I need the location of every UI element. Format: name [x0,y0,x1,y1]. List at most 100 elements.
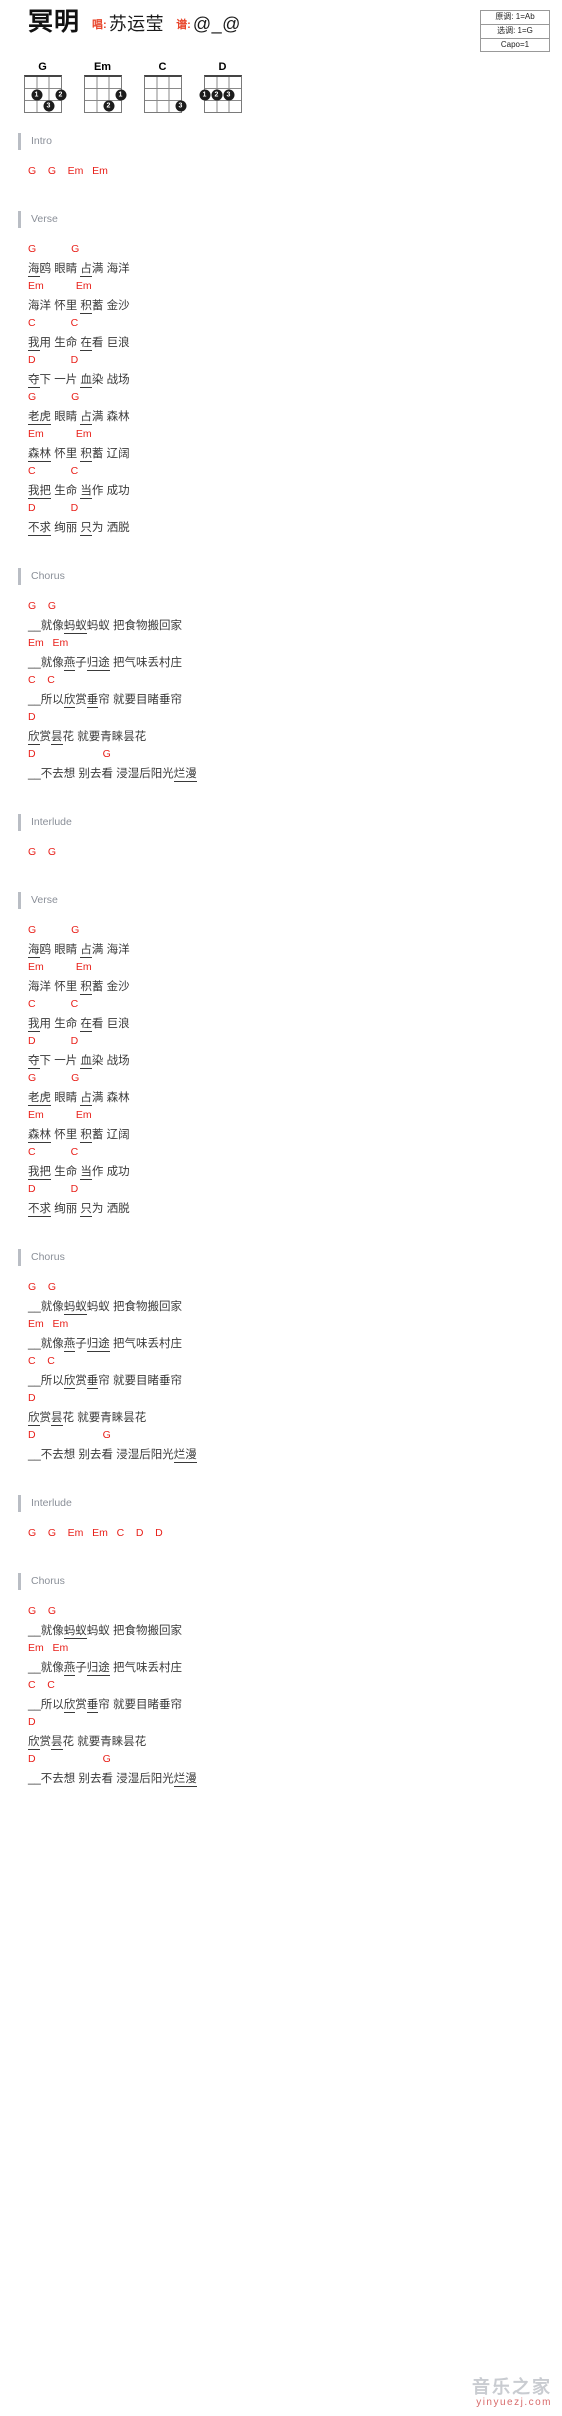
lyric-plain: 赏 [75,1699,87,1711]
lyric-plain: 鸥 [39,263,55,275]
arranger-credit: 谱: @_@ [176,14,241,35]
lyric-line: __就像蚂蚁蚂蚁 把食物搬回家 [28,617,562,637]
lyric-underlined: 老虎 [28,1092,51,1106]
lyric-plain: 把食物搬回家 [113,620,182,632]
section-accent-bar [18,210,21,228]
lyric-line: 我用 生命 在看 巨浪 [28,334,562,354]
chord-line: G G [28,1281,57,1293]
lyric-plain: 把气味丢村庄 [109,657,182,669]
lyric-plain: __所以 [28,1375,64,1387]
chord-line: C C [28,1355,55,1367]
lyric-plain: __不去想 [28,768,79,780]
lyric-line: 老虎 眼睛 占满 森林 [28,408,562,428]
watermark: 音乐之家 yinyuezj.com [472,2378,552,2408]
lyric-plain: 蓄 [91,448,107,460]
lyric-plain: 怀里 [51,1129,81,1141]
lyric-plain: 蚂蚁 [86,1625,113,1637]
lyric-underlined: 夺 [28,374,40,388]
lyric-plain: 满 [91,263,107,275]
lyric-line: 海洋 怀里 积蓄 金沙 [28,297,562,317]
lyric-plain: 就要青睐昙花 [77,731,147,743]
section-label: Interlude [31,1497,72,1509]
lyric-plain: 生命 [51,1166,81,1178]
chord-diagram-label: D [218,61,227,73]
lyric-plain: __就像 [28,657,64,669]
lyric-plain: 眼睛 [54,263,81,275]
lyric-plain: 蓄 [91,981,107,993]
lyric-plain: 海洋 [28,300,55,312]
lyric-plain: 别去看 [78,768,117,780]
lyric-plain: 看 [91,1018,107,1030]
lyric-underlined: 我 [28,1018,40,1032]
lyric-line: 老虎 眼睛 占满 森林 [28,1089,562,1109]
lyric-plain: 眼睛 [51,411,81,423]
lyric-plain: 下 [39,1055,55,1067]
chord-finger-dot: 3 [223,89,234,100]
lyric-line: __就像燕子归途 把气味丢村庄 [28,654,562,674]
lyric-plain: 赏 [39,1412,52,1424]
lyric-underlined: 只 [80,522,92,536]
lyric-line: 欣赏昙花 就要青睐昙花 [28,1409,562,1429]
lyric-underlined: 森林 [28,448,51,462]
lyric-plain: 花 [62,1412,78,1424]
chord-diagram-em: Em 1 2 [80,62,126,113]
lyric-plain: 怀里 [51,448,81,460]
original-key: 原调: 1=Ab [481,11,549,25]
lyric-underlined: 烂漫 [173,1449,197,1463]
chord-line: G G [28,391,80,403]
chord-finger-dot: 1 [199,89,210,100]
chord-line: D D [28,354,79,366]
lyric-underlined: 在 [80,337,92,351]
lyric-line: 不求 绚丽 只为 洒脱 [28,1200,562,1220]
section-header-chorus: Chorus [18,1246,562,1268]
lyric-line: __就像蚂蚁蚂蚁 把食物搬回家 [28,1298,562,1318]
section-label: Interlude [31,816,72,828]
lyric-underlined: 昙 [51,731,63,745]
singer-label: 唱: [92,19,107,31]
chord-line: D G [28,1753,111,1765]
chord-finger-dot: 3 [43,100,54,112]
selected-key: 选调: 1=G [481,25,549,39]
lyric-plain: 洒脱 [106,1203,130,1215]
lyric-plain: 森林 [106,1092,130,1104]
section-body: G G Em Em C D D [0,1527,562,1544]
lyric-plain: 辽阔 [106,448,130,460]
lyric-plain: 金沙 [106,981,130,993]
lyric-plain: 帘 [98,694,113,706]
chord-line: G G [28,924,80,936]
lyric-underlined: 燕 [63,1338,76,1352]
section-accent-bar [18,132,21,150]
lyric-plain: 浸湿后阳光 [116,768,174,780]
lyric-plain: 眼睛 [51,1092,81,1104]
lyric-line: __所以欣赏垂帘 就要目睹垂帘 [28,1372,562,1392]
section-header-interlude: Interlude [18,811,562,833]
lyric-plain: 子 [75,1662,87,1674]
lyric-underlined: 当 [80,1166,92,1180]
lyric-underlined: 夺 [28,1055,40,1069]
lyric-underlined: 森林 [28,1129,51,1143]
lyric-plain: 看 [91,337,107,349]
lyric-line: __就像燕子归途 把气味丢村庄 [28,1659,562,1679]
lyric-plain: 洒脱 [106,522,130,534]
chord-line: G G [28,1072,80,1084]
lyric-line: 夺下 一片 血染 战场 [28,1052,562,1072]
section-header-chorus: Chorus [18,565,562,587]
lyric-plain: __不去想 [28,1773,79,1785]
chord-finger-dot: 1 [31,89,42,100]
lyric-underlined: 积 [80,448,92,462]
lyric-plain: 蓄 [91,300,107,312]
chord-grid: 3 [143,75,186,113]
lyric-underlined: 欣 [63,694,76,708]
chord-line: G G [28,600,57,612]
lyric-plain: 作 [91,1166,107,1178]
lyric-underlined: 只 [80,1203,92,1217]
lyric-plain: 怀里 [54,981,81,993]
lyric-plain: 染 [91,374,107,386]
chord-diagram-d: D 123 [199,61,245,113]
lyric-plain: 子 [75,657,87,669]
